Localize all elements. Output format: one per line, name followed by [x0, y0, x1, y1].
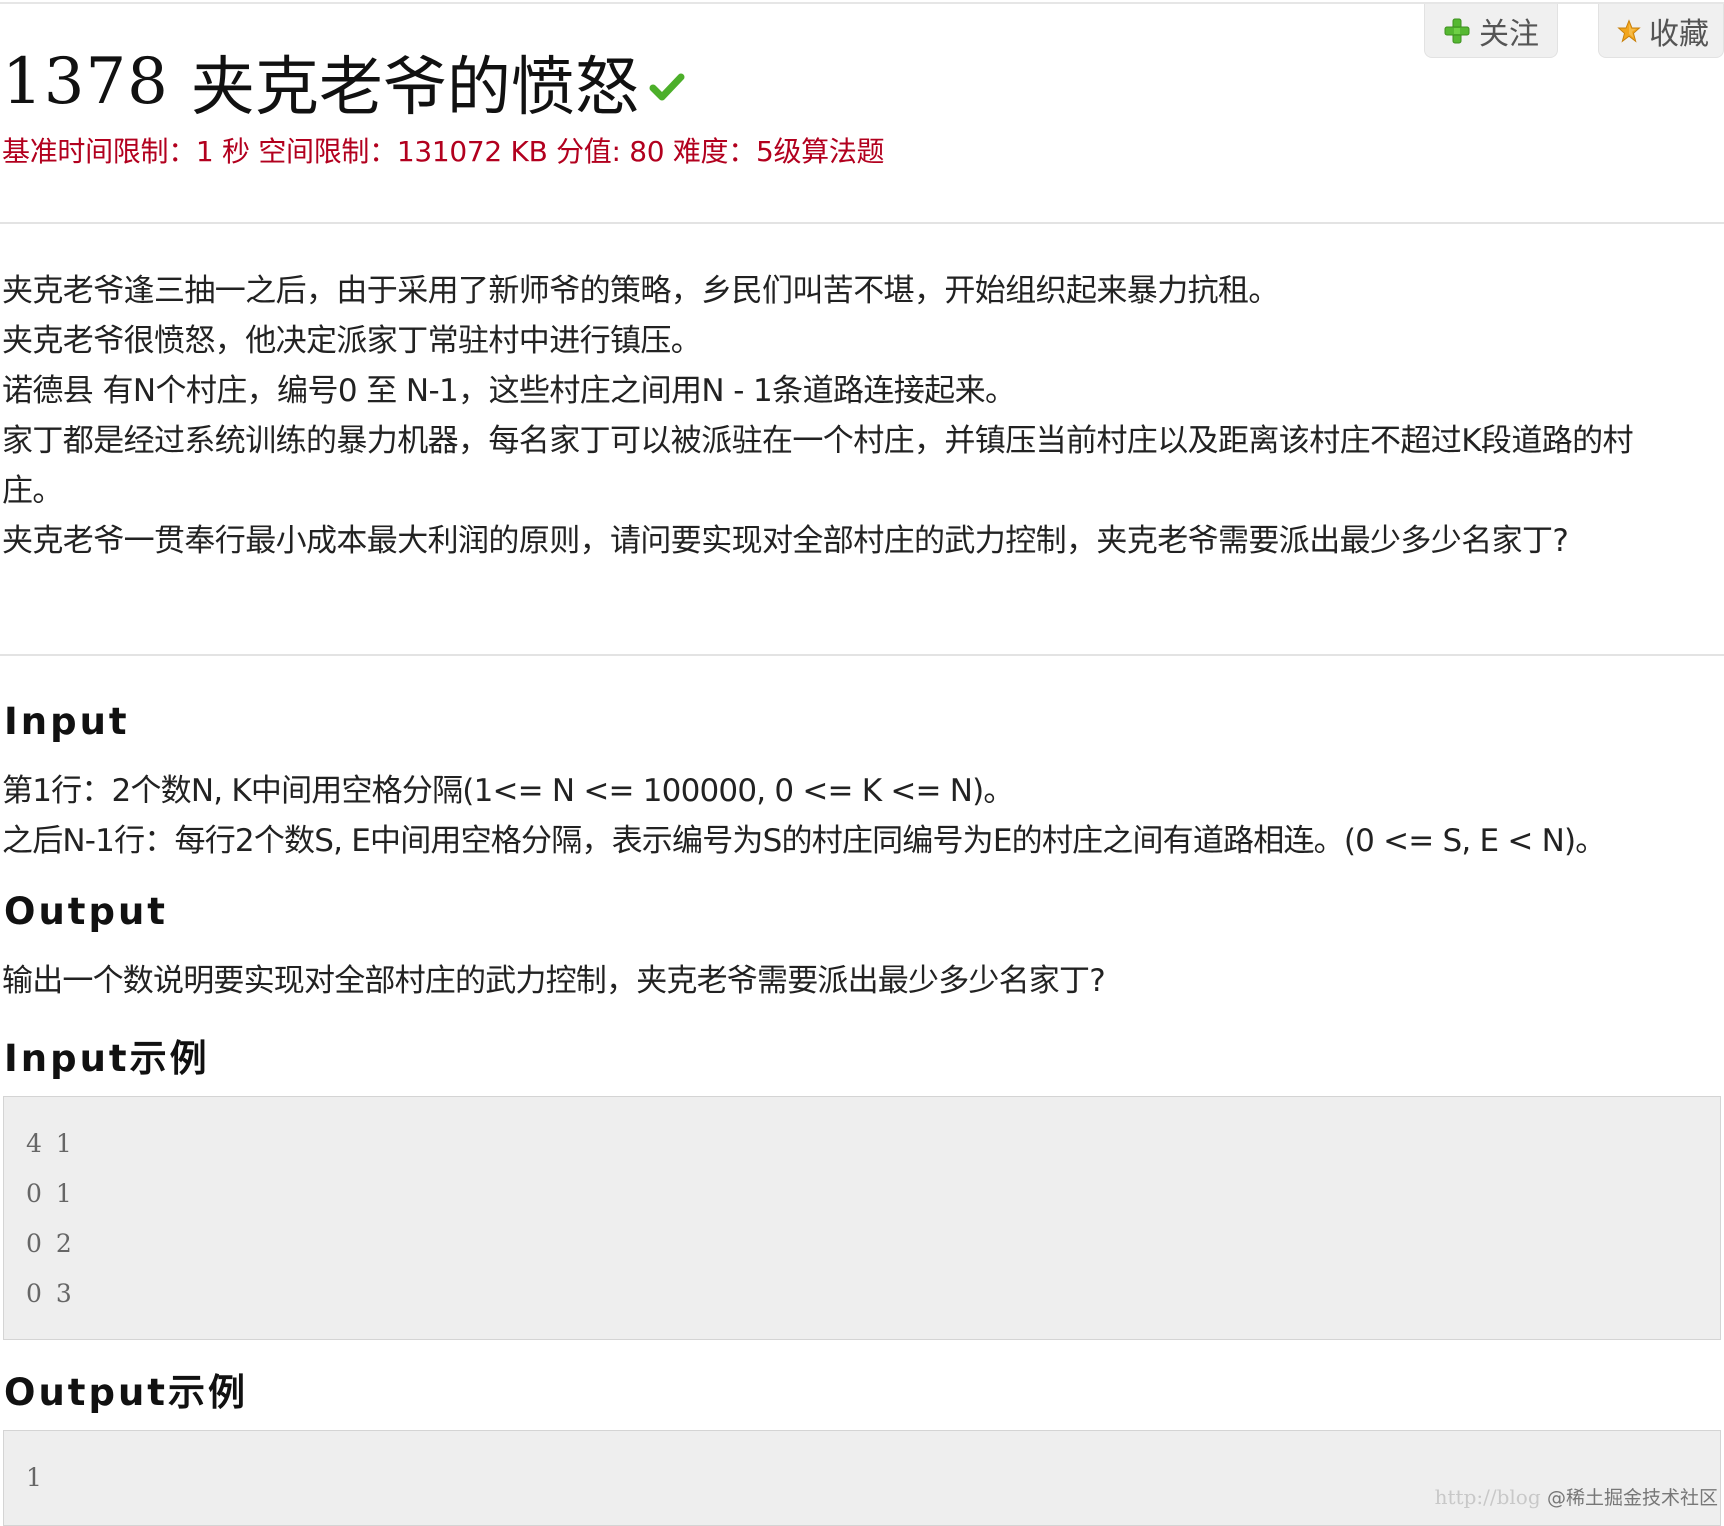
favorite-label: 收藏	[1649, 16, 1709, 52]
follow-label: 关注	[1479, 16, 1539, 52]
input-spec: 第1行：2个数N, K中间用空格分隔(1<= N <= 100000, 0 <=…	[2, 766, 1606, 866]
watermark-url: http://blog	[1434, 1485, 1541, 1509]
description-line: 夹克老爷一贯奉行最小成本最大利润的原则，请问要实现对全部村庄的武力控制，夹克老爷…	[2, 523, 1569, 559]
output-example-heading: Output示例	[4, 1371, 248, 1414]
description-line: 夹克老爷逢三抽一之后，由于采用了新师爷的策略，乡民们叫苦不堪，开始组织起来暴力抗…	[2, 273, 1279, 309]
watermark-brand: @稀土掘金技术社区	[1546, 1487, 1718, 1509]
description-line: 庄。	[2, 473, 63, 509]
description-line: 家丁都是经过系统训练的暴力机器，每名家丁可以被派驻在一个村庄，并镇压当前村庄以及…	[2, 423, 1634, 459]
input-example-line: 0 1	[26, 1179, 75, 1208]
input-heading: Input	[4, 700, 130, 743]
description-line: 夹克老爷很愤怒，他决定派家丁常驻村中进行镇压。	[2, 323, 702, 359]
problem-id: 1378	[2, 45, 169, 119]
description-line: 诺德县 有N个村庄，编号0 至 N-1，这些村庄之间用N - 1条道路连接起来。	[2, 373, 1016, 409]
divider-description	[0, 654, 1724, 656]
check-icon	[649, 73, 685, 101]
problem-title: 1378 夹克老爷的愤怒	[2, 36, 685, 128]
watermark: http://blog @稀土掘金技术社区	[1435, 1483, 1718, 1510]
output-spec: 输出一个数说明要实现对全部村庄的武力控制，夹克老爷需要派出最少多少名家丁?	[2, 956, 1106, 1006]
problem-description: 夹克老爷逢三抽一之后，由于采用了新师爷的策略，乡民们叫苦不堪，开始组织起来暴力抗…	[2, 266, 1720, 566]
input-example-box[interactable]: 4 1 0 1 0 2 0 3	[3, 1096, 1721, 1340]
output-example-box[interactable]: 1	[3, 1430, 1721, 1526]
plus-icon	[1444, 18, 1470, 43]
output-spec-line: 输出一个数说明要实现对全部村庄的武力控制，夹克老爷需要派出最少多少名家丁?	[2, 963, 1106, 999]
input-example-line: 0 2	[26, 1229, 75, 1258]
input-spec-line: 之后N-1行：每行2个数S, E中间用空格分隔，表示编号为S的村庄同编号为E的村…	[2, 823, 1606, 859]
input-spec-line: 第1行：2个数N, K中间用空格分隔(1<= N <= 100000, 0 <=…	[2, 773, 1014, 809]
output-heading: Output	[4, 890, 168, 933]
star-icon	[1617, 18, 1641, 43]
problem-name: 夹克老爷的愤怒	[190, 51, 639, 125]
input-example-line: 0 3	[26, 1279, 75, 1308]
favorite-button[interactable]: 收藏	[1598, 4, 1724, 58]
follow-button[interactable]: 关注	[1424, 4, 1558, 58]
problem-meta: 基准时间限制：1 秒 空间限制：131072 KB 分值: 80 难度：5级算法…	[2, 135, 885, 168]
input-example-heading: Input示例	[4, 1037, 210, 1080]
output-example-line: 1	[26, 1463, 45, 1492]
input-example-line: 4 1	[26, 1129, 75, 1158]
divider-header	[0, 222, 1724, 224]
